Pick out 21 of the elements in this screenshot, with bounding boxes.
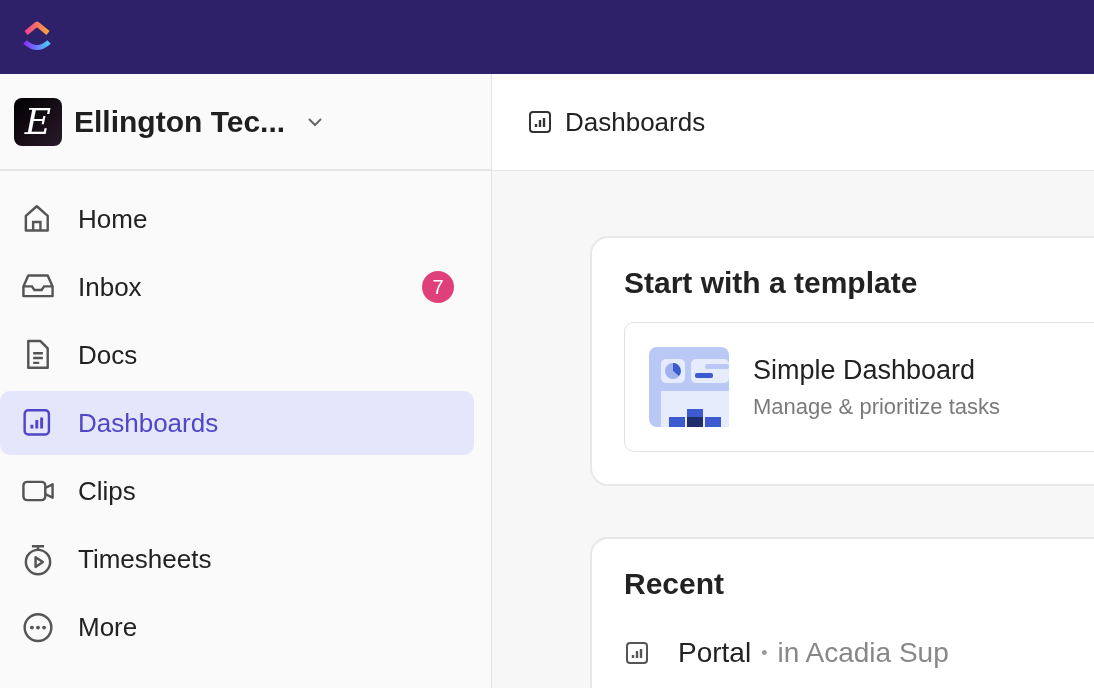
chevron-down-icon[interactable] bbox=[307, 116, 324, 127]
bar-chart-icon bbox=[624, 640, 650, 666]
sidebar-item[interactable]: Dashboards bbox=[0, 391, 474, 455]
bar-chart-icon bbox=[527, 109, 553, 135]
page-title: Dashboards bbox=[565, 106, 706, 138]
count-badge: 7 bbox=[422, 271, 454, 303]
sidebar-item[interactable]: Home bbox=[0, 187, 474, 251]
section-title: Recent bbox=[624, 567, 726, 601]
recent-item[interactable]: Portal • in Acadia Sup bbox=[624, 637, 1094, 669]
sidebar-item[interactable]: More bbox=[0, 595, 474, 659]
template-description: Manage & prioritize tasks bbox=[753, 393, 1000, 420]
workspace-avatar[interactable]: E bbox=[14, 97, 62, 146]
sidebar-item[interactable]: Timesheets bbox=[0, 527, 474, 591]
sidebar-item[interactable]: Docs bbox=[0, 323, 474, 387]
sidebar-item[interactable]: Inbox 7 bbox=[0, 255, 474, 319]
section-title: Start with a template bbox=[624, 266, 919, 300]
sidebar-item[interactable]: Clips bbox=[0, 459, 474, 523]
template-card[interactable]: Simple Dashboard Manage & prioritize tasks bbox=[624, 322, 1094, 452]
template-title: Simple Dashboard bbox=[753, 354, 977, 386]
more-icon bbox=[21, 610, 55, 644]
workspace-name[interactable]: Ellington Tec... bbox=[74, 104, 286, 139]
